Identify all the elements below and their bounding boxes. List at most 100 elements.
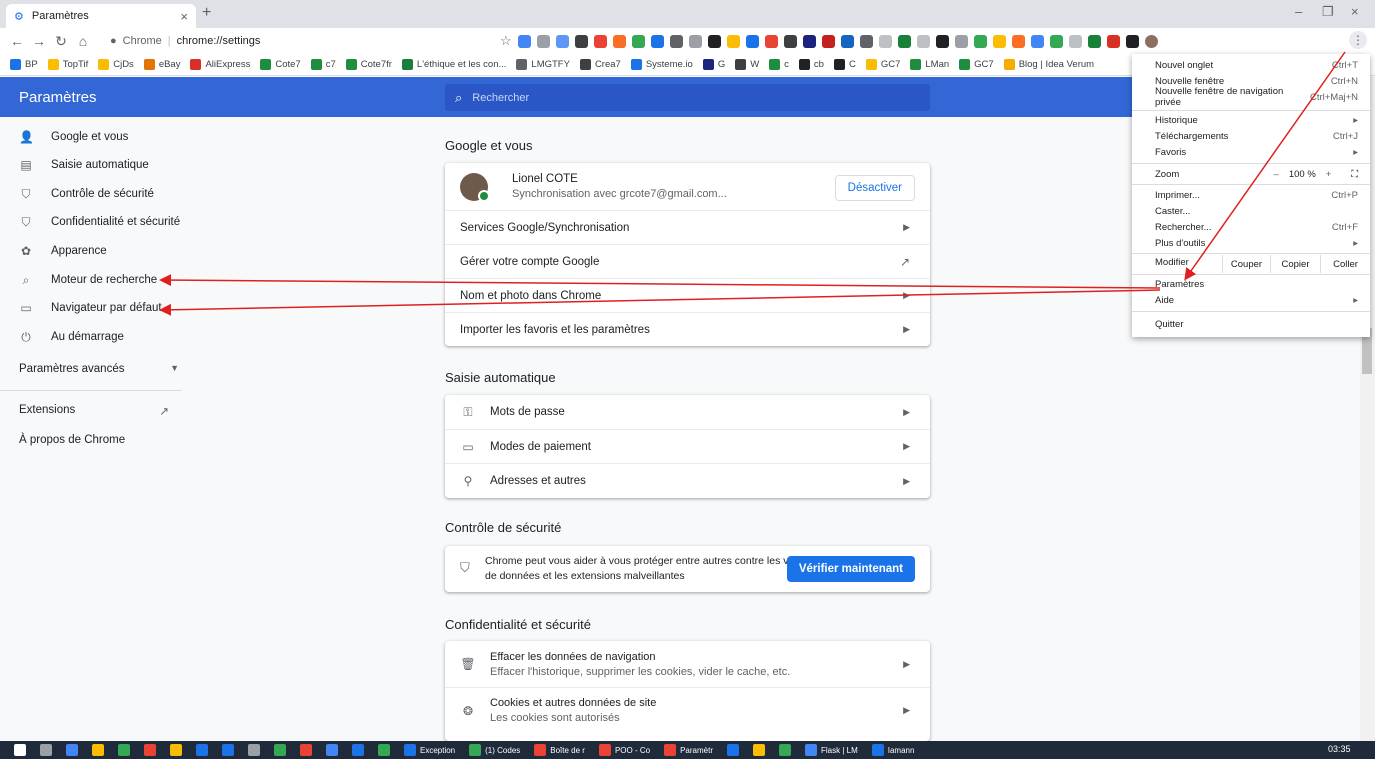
taskbar-window[interactable]: POO - Co [598, 744, 650, 756]
extension-icon[interactable] [1049, 34, 1063, 48]
taskbar-window[interactable]: Flask | LM [804, 744, 858, 756]
bookmark-item[interactable]: TopTif [47, 59, 88, 70]
menu-favorites[interactable]: Favoris ▸ [1155, 144, 1358, 160]
extension-icon[interactable] [1106, 34, 1120, 48]
menu-print[interactable]: Imprimer... Ctrl+P [1155, 187, 1358, 203]
menu-history[interactable]: Historique ▸ [1155, 112, 1358, 128]
bookmark-item[interactable]: BP [10, 59, 38, 70]
taskbar-app-icon[interactable] [222, 744, 234, 756]
menu-incognito[interactable]: Nouvelle fenêtre de navigation privée Ctr… [1155, 86, 1358, 108]
sidebar-about[interactable]: À propos de Chrome [19, 434, 125, 446]
bookmark-item[interactable]: c7 [310, 59, 336, 70]
extension-icon[interactable] [517, 34, 531, 48]
extension-icon[interactable] [1030, 34, 1044, 48]
menu-cut[interactable]: Couper [1222, 255, 1270, 273]
sidebar-item-startup[interactable]: ⏻ Au démarrage [19, 327, 124, 347]
star-icon[interactable]: ☆ [500, 33, 512, 49]
avatar[interactable] [1144, 34, 1158, 48]
bookmark-item[interactable]: CjDs [98, 59, 134, 70]
row-manage-account[interactable]: Gérer votre compte Google ↗ [445, 244, 930, 278]
taskbar-app-icon[interactable] [248, 744, 260, 756]
extension-icon[interactable] [612, 34, 626, 48]
extension-icon[interactable] [878, 34, 892, 48]
taskbar-window[interactable]: (1) Codes [469, 744, 520, 756]
row-import[interactable]: Importer les favoris et les paramètres ▶ [445, 312, 930, 346]
extension-icon[interactable] [916, 34, 930, 48]
close-window-button[interactable]: × [1351, 4, 1359, 19]
extension-icon[interactable] [897, 34, 911, 48]
sidebar-item-appearance[interactable]: ✿ Apparence [19, 241, 107, 261]
extension-icon[interactable] [1011, 34, 1025, 48]
taskbar-app-icon[interactable] [326, 744, 338, 756]
extension-icon[interactable] [1125, 34, 1139, 48]
minimize-button[interactable]: – [1295, 4, 1302, 19]
disable-sync-button[interactable]: Désactiver [834, 175, 915, 201]
forward-icon[interactable]: → [28, 33, 50, 49]
extension-icon[interactable] [954, 34, 968, 48]
bookmark-item[interactable]: Blog | Idea Verum [1003, 59, 1094, 70]
extension-icon[interactable] [555, 34, 569, 48]
row-google-services[interactable]: Services Google/Synchronisation ▶ [445, 210, 930, 244]
extension-icon[interactable] [1087, 34, 1101, 48]
row-addresses[interactable]: ⚲ Adresses et autres ▶ [445, 463, 930, 498]
menu-find[interactable]: Rechercher... Ctrl+F [1155, 219, 1358, 235]
extension-icon[interactable] [745, 34, 759, 48]
row-clear-data[interactable]: 🗑 Effacer les données de navigation Effac… [445, 641, 930, 687]
row-name-photo[interactable]: Nom et photo dans Chrome ▶ [445, 278, 930, 312]
bookmark-item[interactable]: Systeme.io [630, 59, 693, 70]
bookmark-item[interactable]: L'éthique et les con... [401, 59, 506, 70]
taskbar-app-icon[interactable] [144, 744, 156, 756]
home-icon[interactable]: ⌂ [72, 33, 94, 49]
menu-copy[interactable]: Copier [1270, 255, 1320, 273]
extension-icon[interactable] [707, 34, 721, 48]
sidebar-item-default-browser[interactable]: ▭ Navigateur par défaut [19, 298, 161, 318]
taskbar-app-icon[interactable] [274, 744, 286, 756]
sidebar-extensions[interactable]: Extensions ↗ [19, 404, 169, 418]
windows-start-icon[interactable] [14, 744, 26, 756]
extension-icon[interactable] [859, 34, 873, 48]
extension-icon[interactable] [821, 34, 835, 48]
bookmark-item[interactable]: W [735, 59, 759, 70]
reload-icon[interactable]: ↻ [50, 33, 72, 50]
taskbar-app-icon[interactable] [66, 744, 78, 756]
search-input[interactable]: ⌕ Rechercher [445, 84, 930, 111]
row-payment[interactable]: ▭ Modes de paiement ▶ [445, 429, 930, 463]
sidebar-item-safety[interactable]: ⛉ Contrôle de sécurité [19, 184, 153, 204]
extension-icon[interactable] [764, 34, 778, 48]
menu-quit[interactable]: Quitter [1155, 316, 1358, 332]
taskbar-app-icon[interactable] [196, 744, 208, 756]
taskbar-app-icon[interactable] [300, 744, 312, 756]
task-view-icon[interactable] [40, 744, 52, 756]
bookmark-item[interactable]: cb [798, 59, 824, 70]
bookmark-item[interactable]: C [833, 59, 856, 70]
taskbar-window[interactable]: Boîte de r [534, 744, 585, 756]
extension-icon[interactable] [802, 34, 816, 48]
bookmark-item[interactable]: c [769, 59, 789, 70]
taskbar-app-icon[interactable] [118, 744, 130, 756]
row-passwords[interactable]: ⚿ Mots de passe ▶ [445, 395, 930, 429]
sidebar-item-google[interactable]: 👤 Google et vous [19, 127, 128, 147]
maximize-button[interactable]: ❐ [1322, 4, 1334, 20]
tab-close-button[interactable]: × [180, 9, 188, 24]
menu-cast[interactable]: Caster... [1155, 203, 1358, 219]
new-tab-button[interactable]: + [202, 4, 211, 22]
extension-icon[interactable] [669, 34, 683, 48]
taskbar-app-icon[interactable] [352, 744, 364, 756]
bookmark-item[interactable]: Crea7 [579, 59, 621, 70]
zoom-out-button[interactable]: – [1274, 169, 1279, 180]
menu-downloads[interactable]: Téléchargements Ctrl+J [1155, 128, 1358, 144]
tab-settings[interactable]: ⚙ Paramètres × [6, 4, 196, 28]
extension-icon[interactable] [688, 34, 702, 48]
extension-icon[interactable] [1068, 34, 1082, 48]
menu-settings[interactable]: Paramètres [1155, 276, 1358, 292]
bookmark-item[interactable]: LMan [910, 59, 949, 70]
more-menu-icon[interactable]: ⋮ [1349, 31, 1367, 49]
fullscreen-icon[interactable]: ⛶ [1351, 169, 1358, 180]
taskbar-app-icon[interactable] [726, 744, 739, 756]
extension-icon[interactable] [783, 34, 797, 48]
extension-icon[interactable] [973, 34, 987, 48]
bookmark-item[interactable]: eBay [143, 59, 180, 70]
sidebar-item-privacy[interactable]: ⛉ Confidentialité et sécurité [19, 212, 180, 232]
menu-new-tab[interactable]: Nouvel onglet Ctrl+T [1155, 57, 1358, 73]
sidebar-item-search-engine[interactable]: ⌕ Moteur de recherche [19, 270, 158, 290]
